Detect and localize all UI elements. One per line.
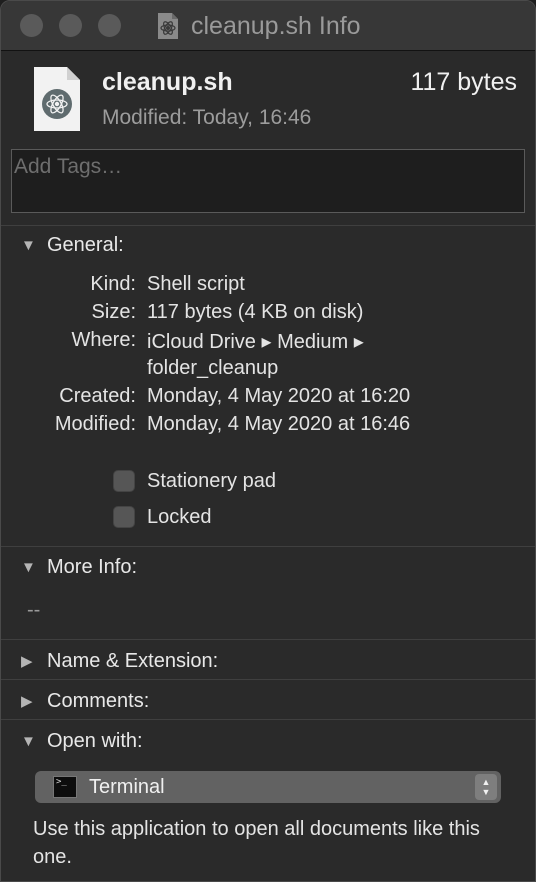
open-with-description: Use this application to open all documen… — [33, 818, 480, 868]
file-name: cleanup.sh — [102, 68, 233, 96]
tags-input[interactable] — [12, 150, 524, 212]
size-value: 117 bytes (4 KB on disk) — [147, 301, 364, 323]
locked-label: Locked — [147, 505, 212, 528]
open-with-section-title: Open with: — [47, 729, 143, 752]
info-row-where-continued: folder_cleanup — [1, 357, 535, 385]
size-label: Size: — [91, 301, 136, 323]
general-section-toggle[interactable]: ▼ General: — [21, 230, 124, 260]
name-extension-section-toggle[interactable]: ▶ Name & Extension: — [21, 646, 218, 676]
window-title: cleanup.sh Info — [191, 11, 361, 40]
where-value-continued: folder_cleanup — [147, 357, 279, 379]
comments-section-toggle[interactable]: ▶ Comments: — [21, 686, 149, 716]
title-bar[interactable]: cleanup.sh Info — [1, 1, 535, 51]
modified-value: Monday, 4 May 2020 at 16:46 — [147, 413, 411, 435]
section-divider — [1, 639, 535, 640]
close-button[interactable] — [20, 14, 43, 37]
more-info-section-title: More Info: — [47, 555, 138, 578]
disclosure-triangle-right-icon: ▶ — [21, 693, 33, 710]
section-divider — [1, 719, 535, 720]
selected-app-name: Terminal — [89, 775, 165, 798]
kind-label: Kind: — [90, 273, 136, 295]
locked-checkbox[interactable]: Locked — [113, 503, 212, 531]
file-modified-summary: Modified: Today, 16:46 — [102, 106, 312, 129]
more-info-content: -- — [27, 599, 41, 621]
general-section-title: General: — [47, 233, 124, 256]
section-divider — [1, 679, 535, 680]
disclosure-triangle-down-icon: ▼ — [21, 732, 36, 750]
section-divider — [1, 225, 535, 226]
info-row-where: Where: iCloud Drive ▸ Medium ▸ — [1, 329, 535, 357]
section-divider — [1, 546, 535, 547]
comments-section-title: Comments: — [47, 689, 150, 712]
kind-value: Shell script — [147, 273, 245, 295]
shell-script-file-icon — [34, 67, 80, 131]
open-with-app-select[interactable]: >_ Terminal ▲ ▼ — [35, 771, 501, 803]
disclosure-triangle-down-icon: ▼ — [21, 236, 36, 254]
zoom-button[interactable] — [98, 14, 121, 37]
disclosure-triangle-right-icon: ▶ — [21, 653, 33, 670]
info-window: cleanup.sh Info cleanup.sh 117 bytes Mod… — [0, 0, 536, 882]
where-value: iCloud Drive ▸ Medium ▸ — [147, 331, 364, 353]
created-label: Created: — [59, 385, 136, 407]
locked-check-box[interactable] — [113, 506, 135, 528]
info-row-created: Created: Monday, 4 May 2020 at 16:20 — [1, 385, 535, 413]
open-with-section-toggle[interactable]: ▼ Open with: — [21, 726, 143, 756]
modified-label: Modified: — [54, 413, 136, 435]
info-row-size: Size: 117 bytes (4 KB on disk) — [1, 301, 535, 329]
name-extension-section-title: Name & Extension: — [47, 649, 219, 672]
stationery-pad-check-box[interactable] — [113, 470, 135, 492]
stationery-pad-label: Stationery pad — [147, 469, 276, 492]
terminal-app-icon: >_ — [53, 776, 77, 798]
created-value: Monday, 4 May 2020 at 16:20 — [147, 385, 411, 407]
disclosure-triangle-down-icon: ▼ — [21, 558, 36, 576]
info-row-kind: Kind: Shell script — [1, 273, 535, 301]
where-label: Where: — [71, 329, 136, 351]
more-info-section-toggle[interactable]: ▼ More Info: — [21, 552, 137, 582]
file-size: 117 bytes — [410, 68, 517, 96]
file-header: cleanup.sh 117 bytes Modified: Today, 16… — [1, 52, 535, 144]
info-row-modified: Modified: Monday, 4 May 2020 at 16:46 — [1, 413, 535, 441]
select-stepper-icon[interactable]: ▲ ▼ — [475, 774, 497, 800]
tags-field-container — [11, 149, 525, 213]
minimize-button[interactable] — [59, 14, 82, 37]
atom-script-icon — [158, 13, 178, 39]
stationery-pad-checkbox[interactable]: Stationery pad — [113, 467, 276, 495]
window-title-group: cleanup.sh Info — [157, 10, 361, 42]
